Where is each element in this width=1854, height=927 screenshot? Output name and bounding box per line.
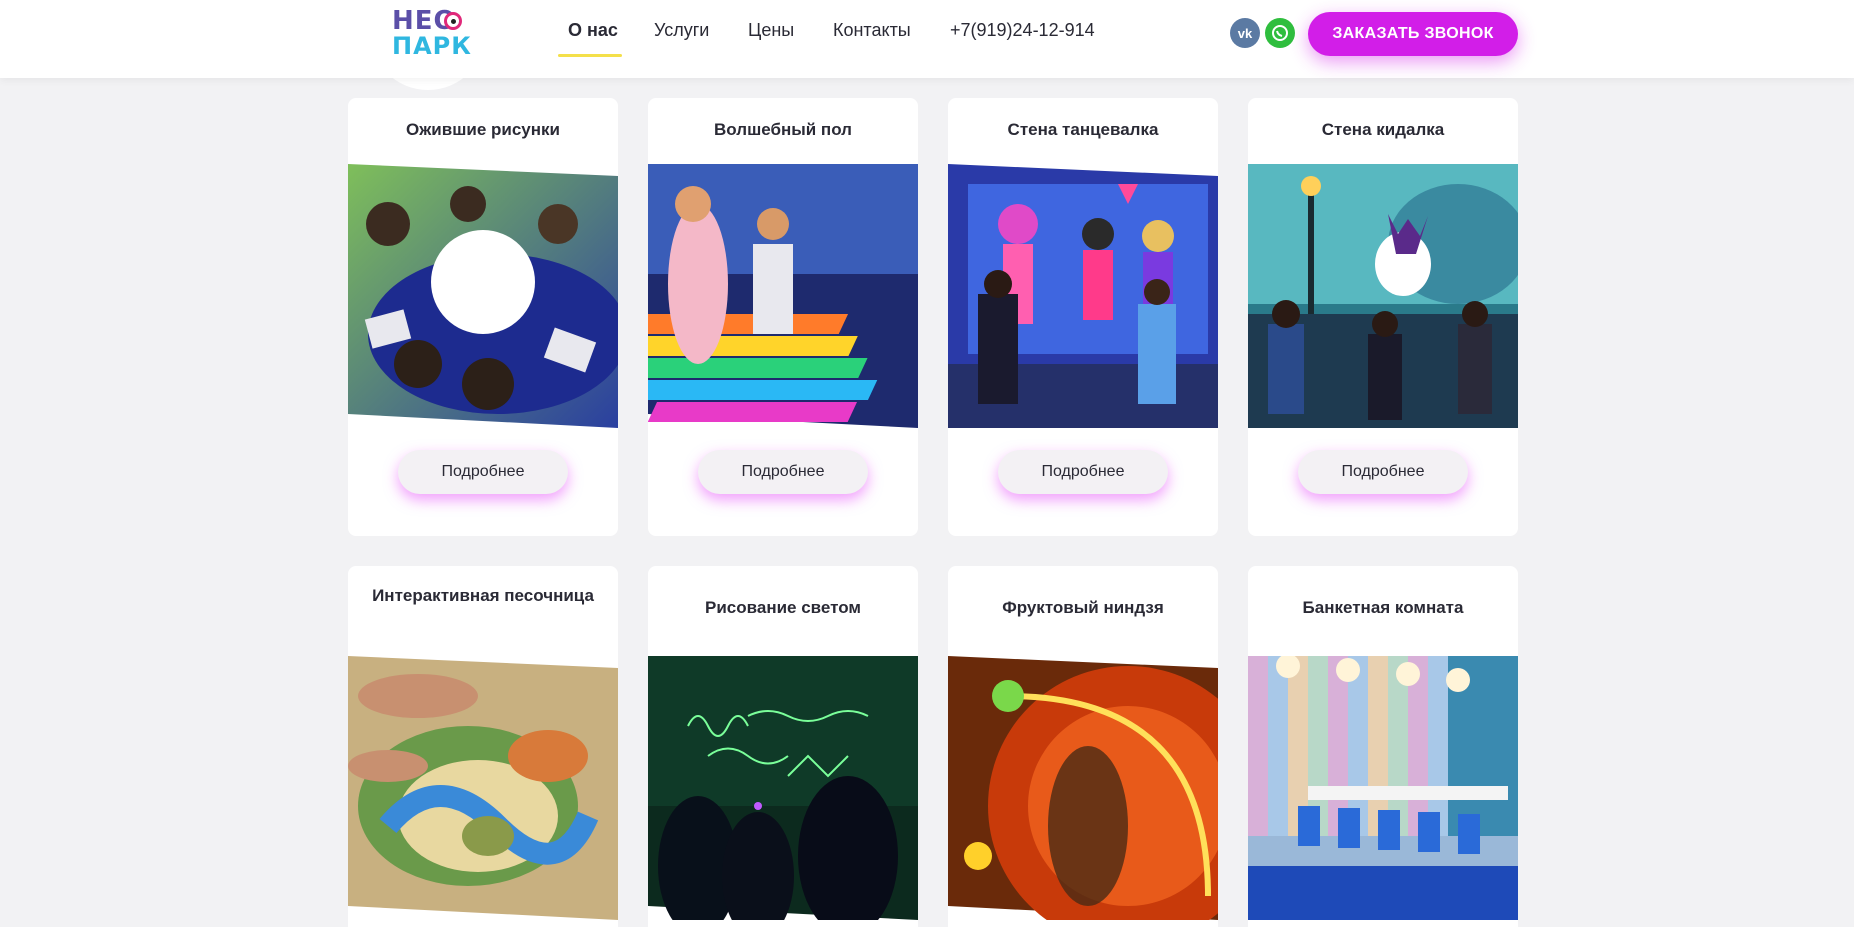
card-banquet-room: Банкетная комната: [1248, 566, 1518, 927]
site-header: [0, 0, 1854, 78]
card-image: [1248, 656, 1518, 920]
card-image: [1248, 164, 1518, 428]
card-interactive-sandbox: Интерактивная песочница: [348, 566, 618, 927]
more-button[interactable]: Подробнее: [398, 450, 568, 494]
nav-item-phone[interactable]: +7(919)24-12-914: [950, 20, 1095, 41]
card-image: [948, 656, 1218, 920]
nav-item-services[interactable]: Услуги: [654, 20, 709, 41]
card-image: [648, 164, 918, 428]
more-button[interactable]: Подробнее: [698, 450, 868, 494]
nav-item-prices[interactable]: Цены: [748, 20, 794, 41]
vk-icon[interactable]: vk: [1230, 18, 1260, 48]
card-magic-floor: Волшебный пол Подробнее: [648, 98, 918, 536]
whatsapp-icon[interactable]: [1265, 18, 1295, 48]
card-title: Волшебный пол: [714, 120, 852, 139]
card-image: [948, 164, 1218, 428]
card-fruit-ninja: Фруктовый ниндзя: [948, 566, 1218, 927]
card-title: Рисование светом: [705, 598, 861, 617]
card-title: Фруктовый ниндзя: [1002, 598, 1164, 617]
more-button[interactable]: Подробнее: [998, 450, 1168, 494]
card-title: Стена кидалка: [1321, 120, 1445, 139]
more-button[interactable]: Подробнее: [1298, 450, 1468, 494]
card-throw-wall: Стена кидалка Подробнее: [1248, 98, 1518, 536]
card-image: [348, 656, 618, 920]
card-dance-wall: Стена танцевалка Подробнее: [948, 98, 1218, 536]
card-animated-drawings: Ожившие рисунки Подробнее: [348, 98, 618, 536]
order-call-button[interactable]: ЗАКАЗАТЬ ЗВОНОК: [1308, 12, 1518, 56]
nav-active-indicator: [558, 54, 622, 57]
card-title: Интерактивная песочница: [372, 586, 594, 605]
nav-item-contacts[interactable]: Контакты: [833, 20, 911, 41]
card-title: Стена танцевалка: [1007, 120, 1159, 139]
card-title: Ожившие рисунки: [406, 120, 560, 139]
card-image: [348, 164, 618, 428]
logo-line2: ПАРК: [392, 32, 472, 60]
nav-item-about[interactable]: О нас: [568, 20, 618, 41]
card-title: Банкетная комната: [1302, 598, 1464, 617]
card-image: [648, 656, 918, 920]
card-light-drawing: Рисование светом: [648, 566, 918, 927]
logo[interactable]: НЕО ПАРК: [392, 8, 472, 58]
logo-eye-icon: [444, 12, 462, 30]
